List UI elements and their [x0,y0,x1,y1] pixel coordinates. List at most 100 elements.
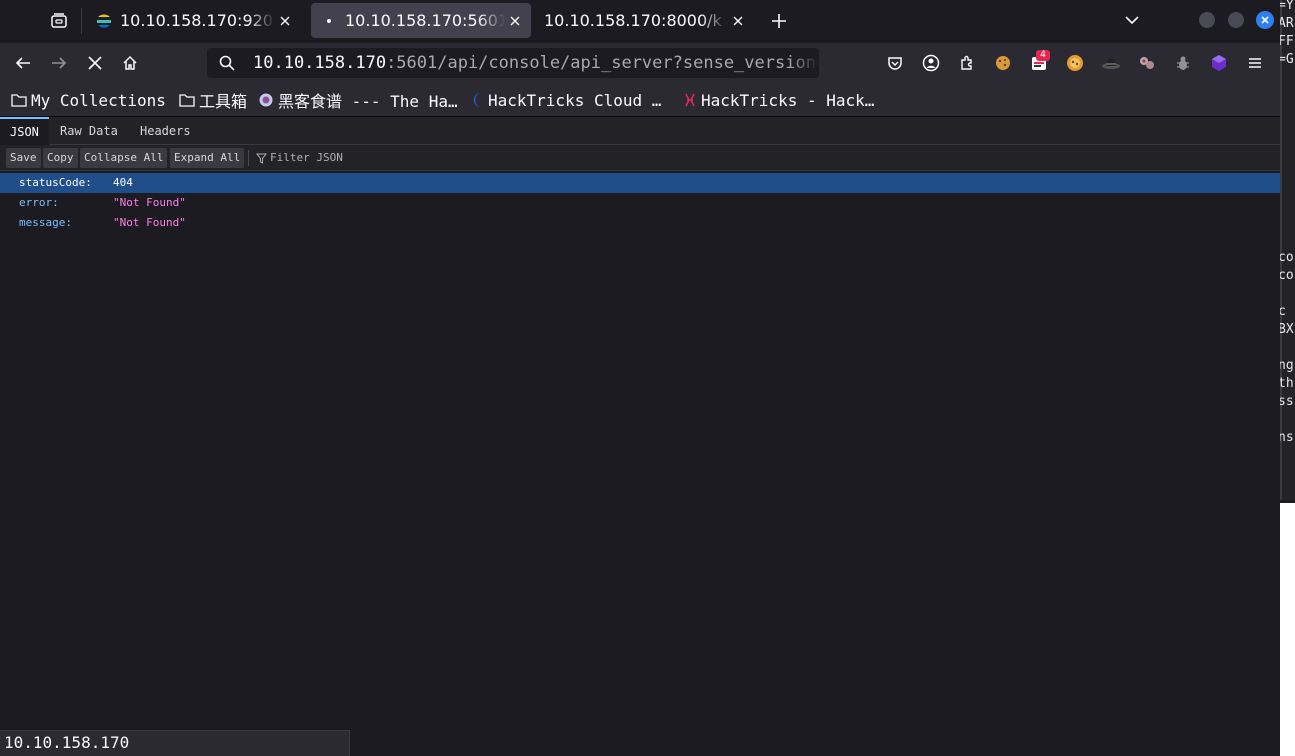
firefox-view-icon [51,13,67,28]
background-text: =G [1280,52,1294,67]
json-key: error: [19,196,59,209]
json-value: "Not Found" [113,196,186,209]
background-text: co [1280,250,1294,265]
back-button[interactable] [9,49,37,77]
firefox-view-button[interactable] [44,6,74,36]
address-bar[interactable]: 10.10.158.170:5601/api/console/api_serve… [207,48,819,78]
background-text: ng [1280,358,1294,373]
forward-button[interactable] [45,49,73,77]
shield-favicon [258,92,274,108]
tab-port-8000[interactable]: 10.10.158.170:8000/k [534,3,754,38]
viewer-tabs: JSON Raw Data Headers [0,117,1280,145]
save-button[interactable]: Save [6,148,41,168]
home-icon [123,55,137,70]
bookmark-label: HackTricks - Hack… [701,90,875,110]
background-text: =Y [1280,0,1294,13]
tab-strip: 10.10.158.170:9200/ 10.10.158.170:5601/a… [0,0,1280,43]
bookmark-label: My Collections [31,90,166,110]
minimize-button[interactable] [1199,12,1215,28]
tab-json[interactable]: JSON [0,117,49,145]
tab-raw-data[interactable]: Raw Data [50,117,128,145]
json-row[interactable]: message: "Not Found" [0,213,1280,233]
bookmark-label: 黑客食谱 --- The Ha… [278,92,458,111]
home-button[interactable] [116,49,144,77]
json-key: message: [19,216,72,229]
menu-hamburger-icon[interactable] [1244,52,1266,74]
collapse-all-button[interactable]: Collapse All [80,148,168,168]
close-icon [1261,16,1269,24]
elastic-icon [96,13,112,29]
bug-extension-icon[interactable] [1172,52,1194,74]
json-row[interactable]: statusCode: 404 [0,173,1280,193]
expand-all-button[interactable]: Expand All [170,148,245,168]
json-value: "Not Found" [113,216,186,229]
dot-icon [321,13,337,29]
wappalyzer-icon[interactable] [1136,52,1158,74]
cookie-autodelete-icon[interactable] [1064,52,1086,74]
url-path: :5601/api/console/api_server?sense_versi… [386,53,819,73]
json-key: statusCode: [19,176,92,189]
stop-loading-button[interactable] [81,49,109,77]
background-text: c [1280,304,1286,319]
browser-window: 10.10.158.170:9200/ 10.10.158.170:5601/a… [0,0,1280,756]
background-text: co [1280,268,1294,283]
tab-title: 10.10.158.170:9200/ [120,11,275,30]
plus-icon [772,14,786,28]
bookmark-hacktricks[interactable]: HackTricks - Hack… [683,83,874,117]
json-row[interactable]: error: "Not Found" [0,193,1280,213]
tab-title: 10.10.158.170:8000/k [534,11,728,30]
stop-icon [88,56,102,70]
tab-title: 10.10.158.170:5601/api/console/api_serve… [345,11,505,30]
status-panel: 10.10.158.170 [0,730,350,756]
close-tab-icon[interactable] [275,11,295,31]
folder-icon [179,92,195,108]
hacktricks-favicon [683,92,697,108]
pocket-icon[interactable] [884,52,906,74]
maximize-button[interactable] [1228,12,1244,28]
bookmark-hacker-recipes[interactable]: 黑客食谱 --- The Ha… [258,83,458,117]
tab-kibana-console[interactable]: 10.10.158.170:5601/api/console/api_serve… [311,3,531,38]
background-text: BX [1280,322,1294,337]
bookmark-label: 工具箱 [199,92,248,111]
back-arrow-icon [15,57,30,69]
moon-favicon [472,92,484,108]
background-text: ns [1280,430,1294,445]
navigation-toolbar: 10.10.158.170:5601/api/console/api_serve… [0,43,1280,83]
background-text: FF [1280,34,1294,49]
search-icon [219,55,235,71]
url-text[interactable]: 10.10.158.170:5601/api/console/api_serve… [253,48,819,78]
bookmark-label: HackTricks Cloud … [488,90,662,110]
foxyproxy-hat-icon[interactable] [1100,52,1122,74]
background-text: AR [1280,16,1294,31]
background-window: =Y AR FF =G co co c BX ng th ss ns [1280,0,1295,756]
filter-json-input[interactable]: Filter JSON [256,148,343,168]
chevron-down-icon [1125,16,1139,25]
json-toolbar: Save Copy Collapse All Expand All Filter… [0,145,1280,171]
forward-arrow-icon [52,57,67,69]
background-text: ss [1280,394,1294,409]
close-tab-icon[interactable] [505,11,525,31]
json-value: 404 [113,176,133,189]
purple-cube-extension-icon[interactable] [1208,52,1230,74]
filter-placeholder: Filter JSON [270,151,343,164]
bookmark-hacktricks-cloud[interactable]: HackTricks Cloud … [472,83,661,117]
list-all-tabs-button[interactable] [1118,6,1146,34]
folder-icon [11,92,27,108]
window-close-button[interactable] [1256,11,1274,29]
url-host: 10.10.158.170 [253,53,387,73]
tab-separator [81,8,82,34]
cookie-editor-icon[interactable] [992,52,1014,74]
tab-elasticsearch[interactable]: 10.10.158.170:9200/ [86,3,301,38]
close-tab-icon[interactable] [728,11,748,31]
json-viewer: JSON Raw Data Headers Save Copy Collapse… [0,117,1280,730]
new-tab-button[interactable] [764,6,794,36]
tab-headers[interactable]: Headers [130,117,201,145]
account-icon[interactable] [920,52,942,74]
filter-icon [256,153,267,164]
bookmarks-toolbar: My Collections 工具箱 黑客食谱 --- The Ha… Hack… [0,83,1280,117]
copy-button[interactable]: Copy [43,148,78,168]
bookmark-my-collections[interactable]: My Collections [11,83,166,117]
extensions-puzzle-icon[interactable] [956,52,978,74]
background-text: th [1280,376,1294,391]
bookmark-toolbox[interactable]: 工具箱 [179,83,247,117]
